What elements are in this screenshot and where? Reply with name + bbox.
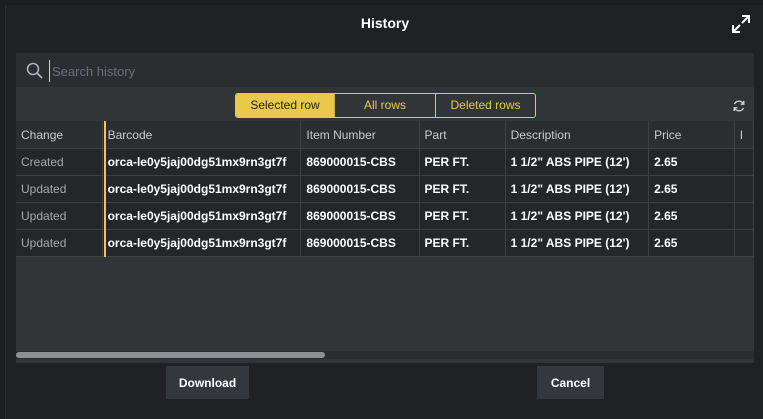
table-row[interactable]: Updated orca-le0y5jaj00dg51mx9rn3gt7f 86… <box>16 229 754 257</box>
cell-barcode: orca-le0y5jaj00dg51mx9rn3gt7f <box>102 229 302 257</box>
cell-barcode: orca-le0y5jaj00dg51mx9rn3gt7f <box>102 148 302 176</box>
filter-all-rows[interactable]: All rows <box>335 94 436 117</box>
history-panel: Selected row All rows Deleted rows Ch <box>16 53 754 363</box>
column-header-barcode[interactable]: Barcode <box>102 121 302 149</box>
column-header-description[interactable]: Description <box>505 121 650 149</box>
cell-price: 2.65 <box>648 229 735 257</box>
download-button[interactable]: Download <box>166 366 249 399</box>
column-header-price[interactable]: Price <box>648 121 735 149</box>
cancel-button[interactable]: Cancel <box>537 366 604 399</box>
filter-deleted-rows[interactable]: Deleted rows <box>436 94 535 117</box>
cell-item-number: 869000015-CBS <box>300 175 420 203</box>
expand-icon[interactable] <box>730 13 752 35</box>
table-row[interactable]: Created orca-le0y5jaj00dg51mx9rn3gt7f 86… <box>16 148 754 176</box>
cell-price: 2.65 <box>648 175 735 203</box>
cell-change: Updated <box>16 202 103 230</box>
cell-description: 1 1/2" ABS PIPE (12') <box>505 202 650 230</box>
column-header-part[interactable]: Part <box>419 121 506 149</box>
header-row: Change Barcode Item Number Part Descript… <box>16 121 754 149</box>
cell-description: 1 1/2" ABS PIPE (12') <box>505 175 650 203</box>
refresh-icon[interactable] <box>732 99 746 113</box>
cell-barcode: orca-le0y5jaj00dg51mx9rn3gt7f <box>102 202 302 230</box>
cell-change: Updated <box>16 175 103 203</box>
dialog-title: History <box>360 15 410 31</box>
history-grid: Change Barcode Item Number Part Descript… <box>16 121 754 363</box>
cell-empty <box>734 229 754 257</box>
table-row[interactable]: Updated orca-le0y5jaj00dg51mx9rn3gt7f 86… <box>16 175 754 203</box>
history-table: Change Barcode Item Number Part Descript… <box>16 121 754 257</box>
cell-part: PER FT. <box>419 202 506 230</box>
search-icon <box>26 62 44 80</box>
cell-price: 2.65 <box>648 202 735 230</box>
cell-price: 2.65 <box>648 148 735 176</box>
table-row[interactable]: Updated orca-le0y5jaj00dg51mx9rn3gt7f 86… <box>16 202 754 230</box>
cell-part: PER FT. <box>419 175 506 203</box>
row-filter-toggle: Selected row All rows Deleted rows <box>235 93 536 118</box>
cell-part: PER FT. <box>419 148 506 176</box>
pinned-column-divider <box>104 121 106 257</box>
horizontal-scrollbar[interactable] <box>16 351 754 359</box>
cell-change: Created <box>16 148 103 176</box>
title-bar: History <box>6 5 763 45</box>
column-header-change[interactable]: Change <box>16 121 103 149</box>
column-header-item-number[interactable]: Item Number <box>300 121 420 149</box>
search-bar <box>16 53 754 87</box>
cell-item-number: 869000015-CBS <box>300 229 420 257</box>
search-input[interactable] <box>49 60 734 82</box>
filter-selected-row[interactable]: Selected row <box>236 94 335 117</box>
cell-part: PER FT. <box>419 229 506 257</box>
cell-barcode: orca-le0y5jaj00dg51mx9rn3gt7f <box>102 175 302 203</box>
cell-empty <box>734 175 754 203</box>
cell-item-number: 869000015-CBS <box>300 148 420 176</box>
scrollbar-thumb[interactable] <box>16 352 325 358</box>
cell-description: 1 1/2" ABS PIPE (12') <box>505 229 650 257</box>
history-dialog: History Selected row All rows Deleted ro… <box>5 5 763 419</box>
column-header-truncated[interactable]: I <box>734 121 754 149</box>
cell-empty <box>734 202 754 230</box>
cell-description: 1 1/2" ABS PIPE (12') <box>505 148 650 176</box>
cell-change: Updated <box>16 229 103 257</box>
cell-empty <box>734 148 754 176</box>
cell-item-number: 869000015-CBS <box>300 202 420 230</box>
